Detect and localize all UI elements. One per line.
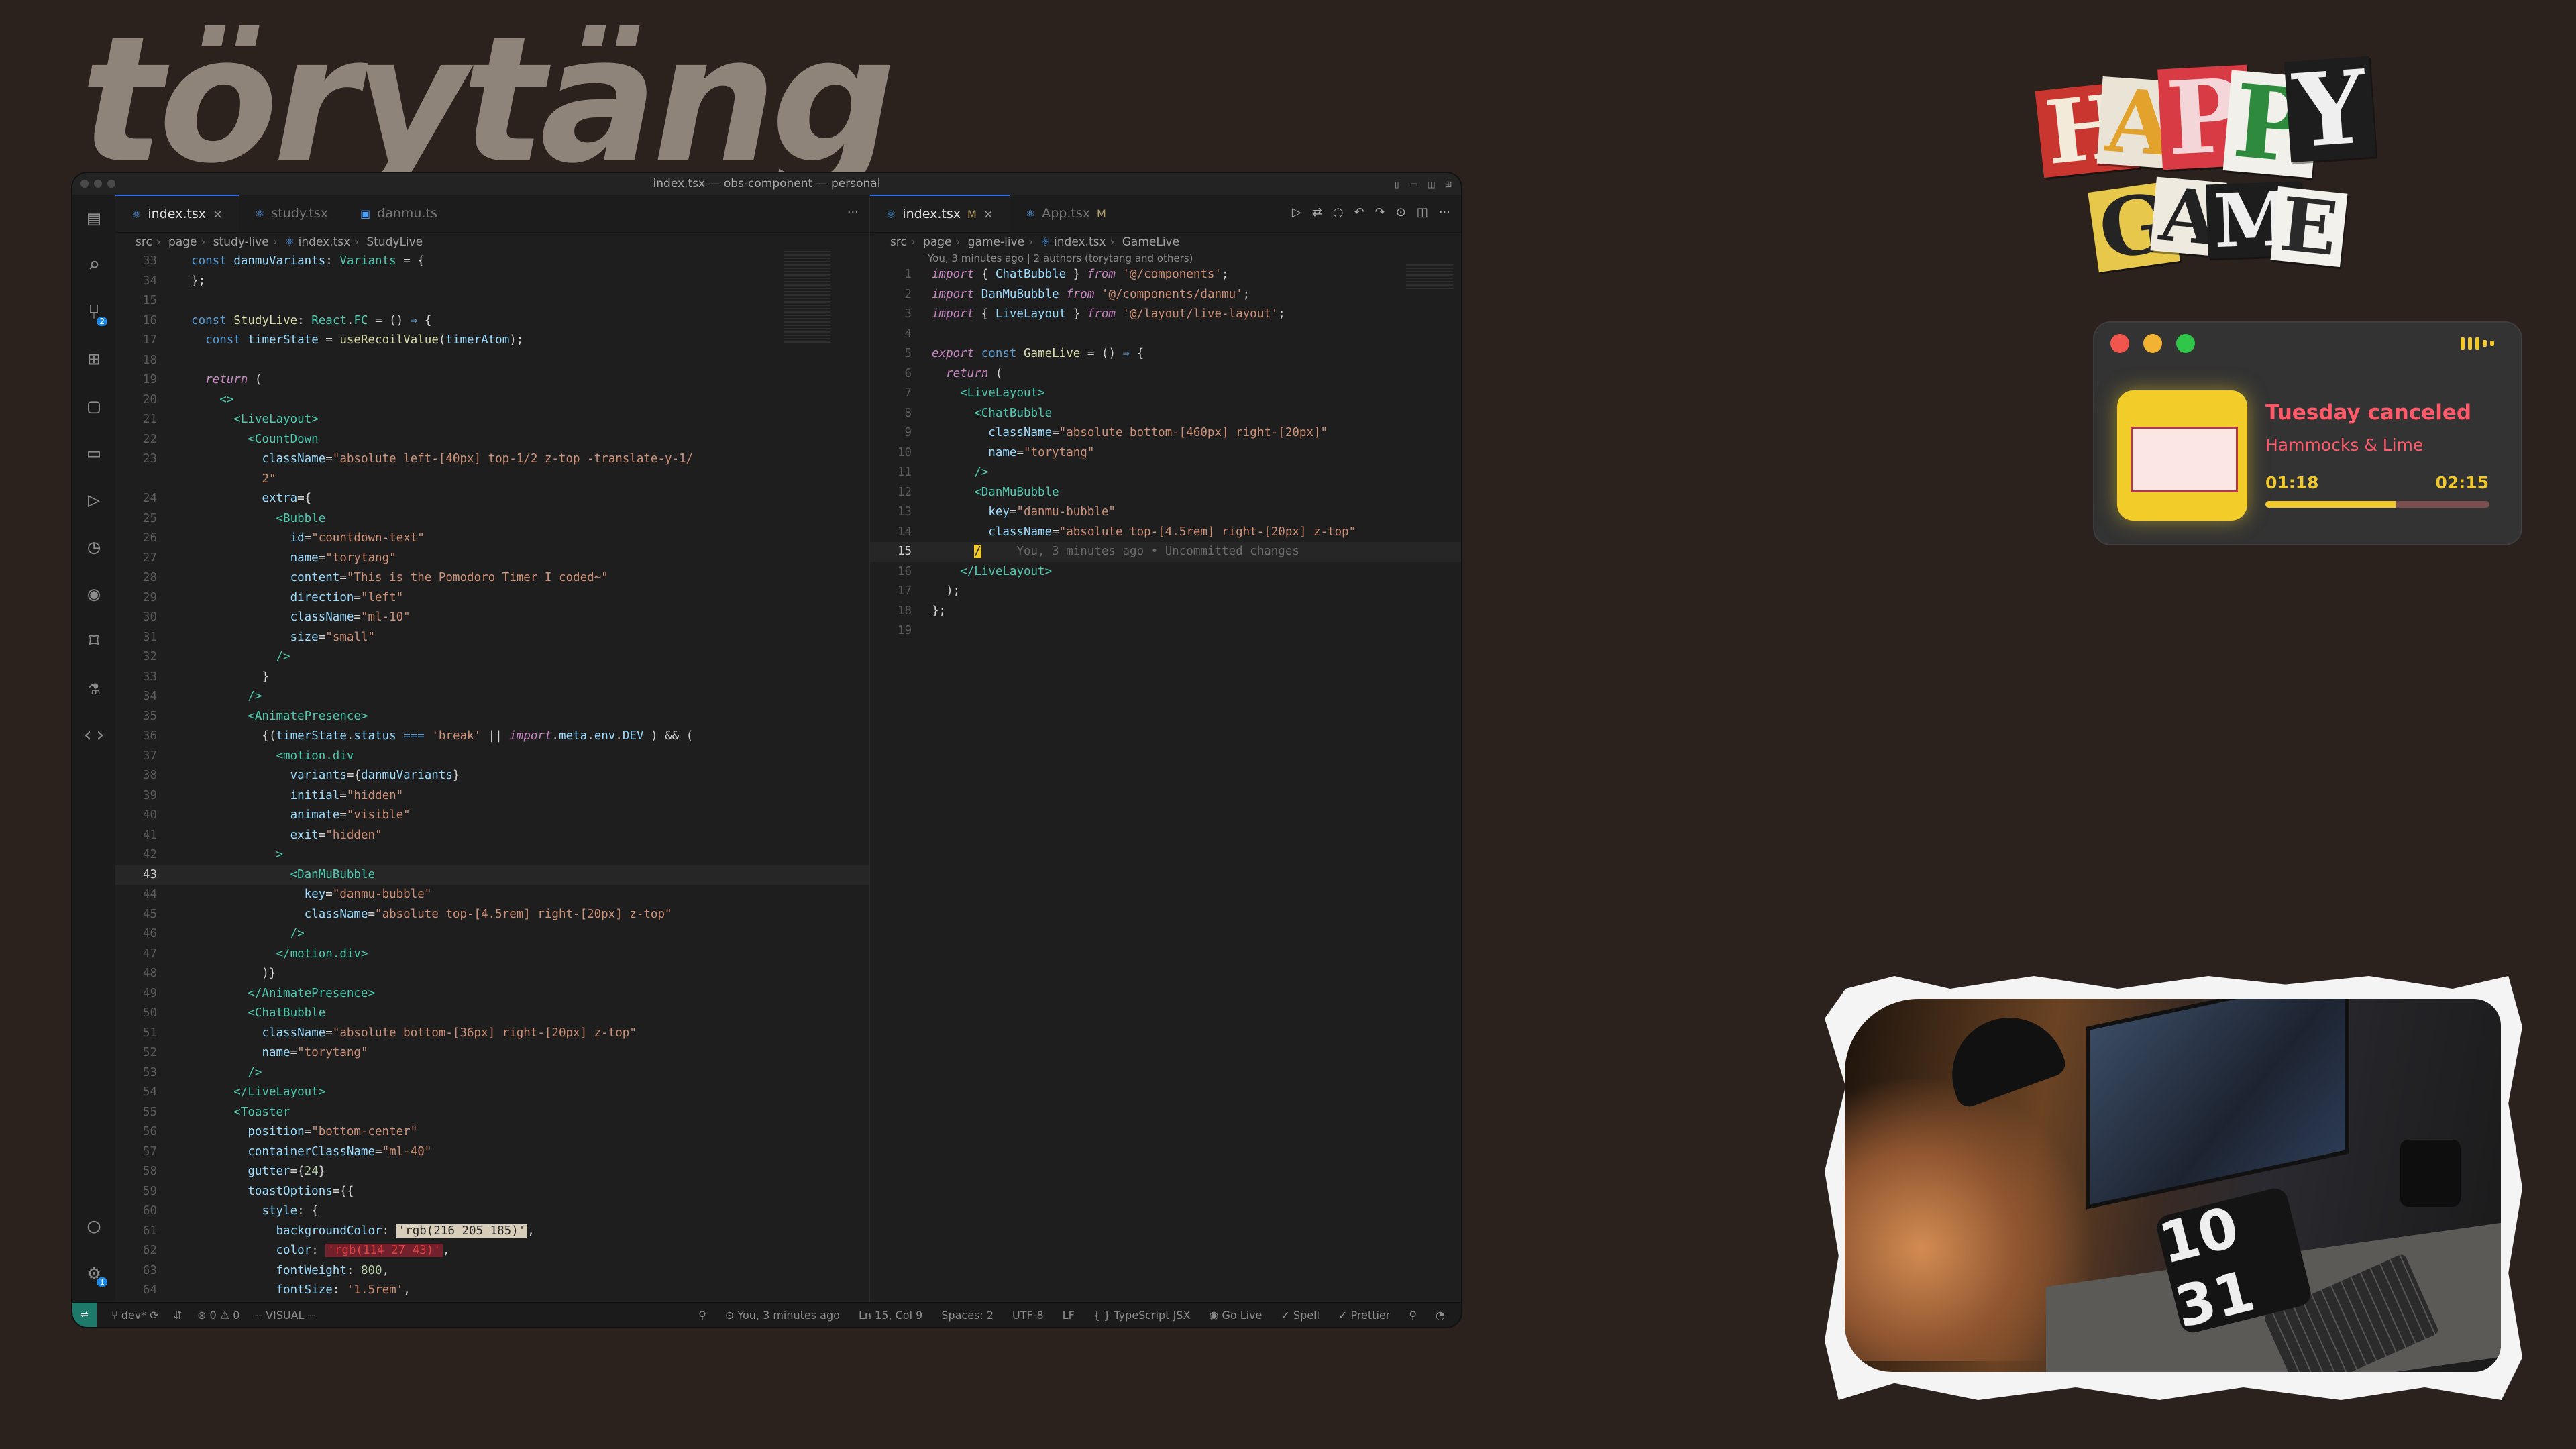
status-bar: ⇌ ⑂ dev* ⟳ ⇵ ⊗ 0 ⚠ 0 -- VISUAL -- ⚲ ⊙ Yo… (72, 1302, 1461, 1327)
toggle-panel-icon[interactable]: ▭ (1411, 178, 1417, 191)
account-icon[interactable]: ◯ (72, 1202, 115, 1249)
activity-bar: ▤ ⌕ ⑂ 2 ⊞ ▢ ▭ ▷ ◷ ◉ ⌑ ⚗ ‹› ◯ ⚙ 1 (72, 195, 116, 1303)
remote-indicator-icon[interactable]: ⇌ (72, 1303, 97, 1327)
comment-icon[interactable]: ◌ (1333, 205, 1344, 219)
settings-gear-icon[interactable]: ⚙ 1 (72, 1249, 115, 1296)
webcam-frame: 10 31 (1825, 976, 2522, 1400)
mug-image (2400, 1140, 2461, 1207)
react-file-icon: ⚛ (131, 207, 142, 221)
folder-icon[interactable]: ▭ (72, 429, 115, 476)
tab-app-tsx[interactable]: ⚛ App.tsx M (1010, 195, 1122, 232)
testing-icon[interactable]: ⚗ (72, 664, 115, 711)
indentation[interactable]: Spaces: 2 (941, 1309, 994, 1322)
remote-explorer-icon[interactable]: ▢ (72, 382, 115, 429)
react-file-icon: ⚛ (886, 207, 896, 221)
sync-icon[interactable]: ⇵ (174, 1309, 182, 1322)
tab-study-tsx[interactable]: ⚛ study.tsx (239, 195, 344, 232)
prettier-status[interactable]: ✓ Prettier (1338, 1309, 1390, 1322)
split-editor-icon[interactable]: ◫ (1428, 178, 1435, 191)
line-ending[interactable]: LF (1063, 1309, 1075, 1322)
spell-check[interactable]: ✓ Spell (1281, 1309, 1320, 1322)
track-artist: Hammocks & Lime (2265, 435, 2424, 455)
music-player-widget: Tuesday canceled Hammocks & Lime 01:18 0… (2094, 323, 2521, 544)
total-time: 02:15 (2435, 473, 2489, 492)
desk-clock: 10 31 (2153, 1185, 2314, 1340)
encoding[interactable]: UTF-8 (1012, 1309, 1044, 1322)
toggle-sidebar-icon[interactable]: ▯ (1393, 178, 1400, 191)
notifications-bell-icon[interactable]: ◔ (1436, 1309, 1445, 1322)
explorer-icon[interactable]: ▤ (72, 195, 115, 241)
close-dot[interactable] (2110, 334, 2129, 353)
album-art (2117, 390, 2247, 521)
track-title: Tuesday canceled (2265, 400, 2472, 425)
docker-icon[interactable]: ◉ (72, 570, 115, 617)
open-changes-icon[interactable]: ⊙ (1396, 205, 1406, 219)
timeline-icon[interactable]: ◷ (72, 523, 115, 570)
breadcrumb-right: src › page › game-live › ⚛ index.tsx › GameL… (890, 235, 1180, 249)
go-live-button[interactable]: ◉ Go Live (1209, 1309, 1262, 1322)
progress-bar[interactable] (2265, 501, 2489, 508)
ports-icon[interactable]: ⚲ (698, 1309, 706, 1322)
editor-pane-left: ⚛ index.tsx × ⚛ study.tsx ▣ danmu.ts ···… (115, 195, 870, 1317)
vscode-window: index.tsx — obs-component — personal ▯ ▭… (72, 173, 1461, 1327)
compare-icon[interactable]: ⇄ (1312, 205, 1322, 219)
happy-game-sticker: H A P P Y G A M E (2035, 48, 2377, 280)
react-file-icon: ⚛ (255, 207, 265, 220)
editor-pane-right: ⚛ index.tsx M × ⚛ App.tsx M ▷ ⇄ ◌ ↶ ↷ ⊙ … (870, 195, 1461, 1303)
monitor-image (2086, 999, 2349, 1210)
window-title: index.tsx — obs-component — personal (653, 177, 881, 191)
bookmarks-icon[interactable]: ⌑ (72, 617, 115, 664)
layout-icon[interactable]: ⊞ (1445, 178, 1452, 191)
split-right-icon[interactable]: ◫ (1417, 205, 1428, 219)
tab-bar-left: ⚛ index.tsx × ⚛ study.tsx ▣ danmu.ts ··· (115, 195, 869, 233)
source-control-icon[interactable]: ⑂ 2 (72, 288, 115, 335)
more-actions-right-icon[interactable]: ··· (1439, 205, 1450, 219)
minimize-dot[interactable] (2143, 334, 2162, 353)
progress-fill (2265, 501, 2396, 508)
close-tab-icon[interactable]: × (983, 207, 994, 221)
album-art-window-image (2131, 427, 2238, 492)
go-back-icon[interactable]: ↶ (1354, 205, 1364, 219)
close-tab-icon[interactable]: × (213, 207, 223, 221)
react-file-icon: ⚛ (1025, 207, 1036, 220)
scm-badge: 2 (97, 317, 107, 326)
extensions-icon[interactable]: ⊞ (72, 335, 115, 382)
equalizer-icon (2461, 337, 2494, 350)
tab-index-tsx-right[interactable]: ⚛ index.tsx M × (870, 195, 1010, 232)
ts-file-icon: ▣ (360, 207, 371, 220)
run-debug-icon[interactable]: ▷ (72, 476, 115, 523)
title-bar: index.tsx — obs-component — personal ▯ ▭… (72, 173, 1461, 195)
go-forward-icon[interactable]: ↷ (1375, 205, 1385, 219)
tab-bar-right: ⚛ index.tsx M × ⚛ App.tsx M ▷ ⇄ ◌ ↶ ↷ ⊙ … (870, 195, 1461, 233)
code-editor-right[interactable]: 1 import { ChatBubble } from '@/component… (870, 265, 1461, 641)
breadcrumb-left: src › page › study-live › ⚛ index.tsx › Stud… (136, 235, 423, 249)
webcam-feed-image: 10 31 (1845, 999, 2501, 1372)
more-actions-icon[interactable]: ··· (847, 205, 859, 219)
problems-indicator[interactable]: ⊗ 0 ⚠ 0 (197, 1309, 239, 1322)
brand-title: törytäng (80, 0, 896, 202)
branch-indicator[interactable]: ⑂ dev* ⟳ (111, 1309, 159, 1322)
git-blame-status[interactable]: ⊙ You, 3 minutes ago (725, 1309, 840, 1322)
search-icon[interactable]: ⌕ (72, 241, 115, 288)
cursor-position[interactable]: Ln 15, Col 9 (859, 1309, 922, 1322)
account-status-icon[interactable]: ⚲ (1409, 1309, 1417, 1322)
run-icon[interactable]: ▷ (1292, 205, 1301, 219)
git-blame-header[interactable]: You, 3 minutes ago | 2 authors (torytang… (870, 252, 1461, 265)
language-mode[interactable]: { } TypeScript JSX (1093, 1309, 1191, 1322)
code-editor-left[interactable]: 33 const danmuVariants: Variants = { 34 … (115, 252, 869, 1320)
tab-index-tsx[interactable]: ⚛ index.tsx × (115, 195, 239, 232)
settings-badge: 1 (97, 1277, 107, 1287)
vim-mode: -- VISUAL -- (254, 1308, 316, 1322)
elapsed-time: 01:18 (2265, 473, 2319, 492)
tab-danmu-ts[interactable]: ▣ danmu.ts (344, 195, 453, 232)
maximize-dot[interactable] (2176, 334, 2195, 353)
code-icon[interactable]: ‹› (72, 711, 115, 758)
